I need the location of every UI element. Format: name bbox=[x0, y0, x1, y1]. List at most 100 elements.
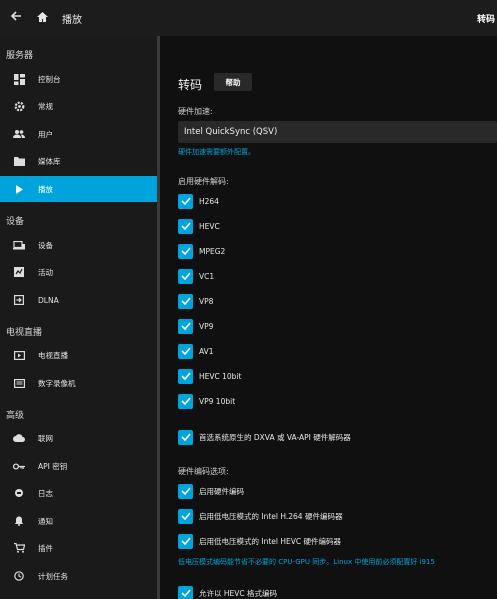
sidebar-item-plugins[interactable]: 插件 bbox=[0, 535, 158, 561]
checkbox-label: VP9 bbox=[199, 321, 214, 331]
low-power-note: 低电压模式编码能节省不必要的 CPU-GPU 同步。Linux 中使用前必须配置… bbox=[178, 558, 435, 566]
sidebar-item-devices[interactable]: 设备 bbox=[0, 232, 158, 258]
sidebar-item-label: API 密钥 bbox=[38, 461, 68, 471]
checkbox-checked-icon[interactable] bbox=[178, 483, 193, 499]
checkbox-checked-icon[interactable] bbox=[178, 533, 193, 549]
checkbox-checked-icon[interactable] bbox=[178, 429, 193, 445]
top-bar: 播放 转码 bbox=[0, 0, 497, 36]
sidebar-item-networking[interactable]: 联网 bbox=[0, 425, 158, 451]
section-header-advanced: 高级 bbox=[6, 411, 25, 421]
checkbox-checked-icon[interactable] bbox=[178, 508, 193, 524]
back-arrow-icon[interactable] bbox=[10, 10, 24, 26]
key-icon bbox=[13, 460, 25, 472]
sidebar-item-label: 计划任务 bbox=[38, 571, 68, 581]
checkbox-checked-icon[interactable] bbox=[178, 343, 193, 359]
live-tv-icon bbox=[13, 349, 25, 361]
checkbox-label: VP8 bbox=[199, 296, 214, 306]
sidebar-item-activity[interactable]: 活动 bbox=[0, 259, 158, 285]
sidebar-item-label: 常规 bbox=[38, 101, 53, 111]
play-icon bbox=[13, 183, 25, 195]
log-icon bbox=[13, 487, 25, 499]
cloud-icon bbox=[13, 432, 25, 444]
decoder-checkbox-hevc-10bit[interactable]: HEVC 10bit bbox=[178, 368, 241, 384]
header-right-title: 转码 bbox=[476, 14, 495, 25]
activity-icon bbox=[13, 266, 25, 278]
hw-accel-label: 硬件加速: bbox=[178, 107, 213, 116]
checkbox-checked-icon[interactable] bbox=[178, 193, 193, 209]
checkbox-checked-icon[interactable] bbox=[178, 268, 193, 284]
settings-icon bbox=[13, 100, 25, 112]
sidebar-item-label: 播放 bbox=[38, 184, 53, 194]
sidebar-item-playback[interactable]: 播放 bbox=[0, 176, 158, 202]
sidebar: 服务器 控制台 常规 用户 媒体库 播放 设备 设备 活动 DLNA 电视直播 … bbox=[0, 36, 158, 599]
checkbox-checked-icon[interactable] bbox=[178, 368, 193, 384]
low-power-hevc-checkbox[interactable]: 启用低电压模式的 Intel HEVC 硬件编码器 bbox=[178, 533, 341, 549]
checkbox-label: HEVC bbox=[199, 221, 220, 231]
sidebar-item-dashboard[interactable]: 控制台 bbox=[0, 66, 158, 92]
devices-icon bbox=[13, 239, 25, 251]
home-icon[interactable] bbox=[36, 11, 50, 25]
checkbox-label: HEVC 10bit bbox=[199, 371, 242, 381]
sidebar-item-label: 设备 bbox=[38, 240, 53, 250]
decoder-checkbox-vc1[interactable]: VC1 bbox=[178, 268, 214, 284]
section-header-live-tv: 电视直播 bbox=[6, 328, 43, 338]
sidebar-item-notifications[interactable]: 通知 bbox=[0, 508, 158, 534]
sidebar-item-label: 控制台 bbox=[38, 74, 61, 84]
sidebar-item-logs[interactable]: 日志 bbox=[0, 480, 158, 506]
page-header-title: 播放 bbox=[62, 14, 82, 26]
checkbox-label: 允许以 HEVC 格式编码 bbox=[199, 588, 278, 598]
decoder-checkbox-hevc[interactable]: HEVC bbox=[178, 218, 220, 234]
sidebar-item-label: 联网 bbox=[38, 433, 53, 443]
checkbox-label: 启用低电压模式的 Intel HEVC 硬件编码器 bbox=[199, 536, 342, 546]
sidebar-item-libraries[interactable]: 媒体库 bbox=[0, 148, 158, 174]
sidebar-item-dlna[interactable]: DLNA bbox=[0, 287, 158, 313]
checkbox-checked-icon[interactable] bbox=[178, 393, 193, 409]
checkbox-checked-icon[interactable] bbox=[178, 243, 193, 259]
cart-icon bbox=[13, 542, 25, 554]
hw-accel-config-link[interactable]: 硬件加速需要额外配置。 bbox=[178, 147, 255, 157]
hw-accel-value: Intel QuickSync (QSV) bbox=[184, 127, 278, 137]
allow-hevc-encoding-checkbox[interactable]: 允许以 HEVC 格式编码 bbox=[178, 585, 277, 599]
checkbox-checked-icon[interactable] bbox=[178, 318, 193, 334]
sidebar-item-scheduled-tasks[interactable]: 计划任务 bbox=[0, 563, 158, 589]
checkbox-label: MPEG2 bbox=[199, 246, 226, 256]
checkbox-label: H264 bbox=[199, 196, 219, 206]
decoder-checkbox-h264[interactable]: H264 bbox=[178, 193, 219, 209]
decoder-checkbox-av1[interactable]: AV1 bbox=[178, 343, 214, 359]
decoder-checkbox-vp9[interactable]: VP9 bbox=[178, 318, 213, 334]
checkbox-label: VP9 10bit bbox=[199, 396, 236, 406]
sidebar-item-label: 插件 bbox=[38, 543, 53, 553]
dashboard-icon bbox=[13, 73, 25, 85]
checkbox-checked-icon[interactable] bbox=[178, 585, 193, 599]
decoder-checkbox-vp9-10bit[interactable]: VP9 10bit bbox=[178, 393, 235, 409]
dvr-icon bbox=[13, 377, 25, 389]
decoder-checkbox-vp8[interactable]: VP8 bbox=[178, 293, 213, 309]
hw-decode-label: 启用硬件解码: bbox=[178, 177, 229, 186]
low-power-h264-checkbox[interactable]: 启用低电压模式的 Intel H.264 硬件编码器 bbox=[178, 508, 342, 524]
bell-icon bbox=[13, 515, 25, 527]
checkbox-label: VC1 bbox=[199, 271, 215, 281]
sidebar-item-live-tv[interactable]: 电视直播 bbox=[0, 342, 158, 368]
sidebar-item-dvr[interactable]: 数字录像机 bbox=[0, 370, 158, 396]
decoder-checkbox-mpeg2[interactable]: MPEG2 bbox=[178, 243, 225, 259]
folder-icon bbox=[13, 155, 25, 167]
hw-accel-select[interactable]: Intel QuickSync (QSV) bbox=[178, 121, 497, 143]
hw-encode-label: 硬件编码选项: bbox=[178, 467, 229, 476]
prefer-native-decoder-checkbox[interactable]: 首选系统原生的 DXVA 或 VA-API 硬件解码器 bbox=[178, 429, 351, 445]
help-button[interactable]: 帮助 bbox=[214, 73, 252, 91]
section-header-devices: 设备 bbox=[6, 217, 25, 227]
sidebar-item-general[interactable]: 常规 bbox=[0, 93, 158, 119]
sidebar-item-label: 数字录像机 bbox=[38, 378, 76, 388]
sidebar-item-label: 日志 bbox=[38, 488, 53, 498]
checkbox-label: 启用低电压模式的 Intel H.264 硬件编码器 bbox=[199, 511, 343, 521]
sidebar-item-label: 通知 bbox=[38, 516, 53, 526]
enable-hw-encoding-checkbox[interactable]: 启用硬件编码 bbox=[178, 483, 244, 499]
checkbox-label: 启用硬件编码 bbox=[199, 486, 244, 496]
checkbox-checked-icon[interactable] bbox=[178, 293, 193, 309]
section-header-server: 服务器 bbox=[6, 51, 34, 61]
sidebar-item-users[interactable]: 用户 bbox=[0, 121, 158, 147]
checkbox-checked-icon[interactable] bbox=[178, 218, 193, 234]
sidebar-item-api-keys[interactable]: API 密钥 bbox=[0, 453, 158, 479]
clock-icon bbox=[13, 570, 25, 582]
checkbox-label: AV1 bbox=[199, 346, 214, 356]
